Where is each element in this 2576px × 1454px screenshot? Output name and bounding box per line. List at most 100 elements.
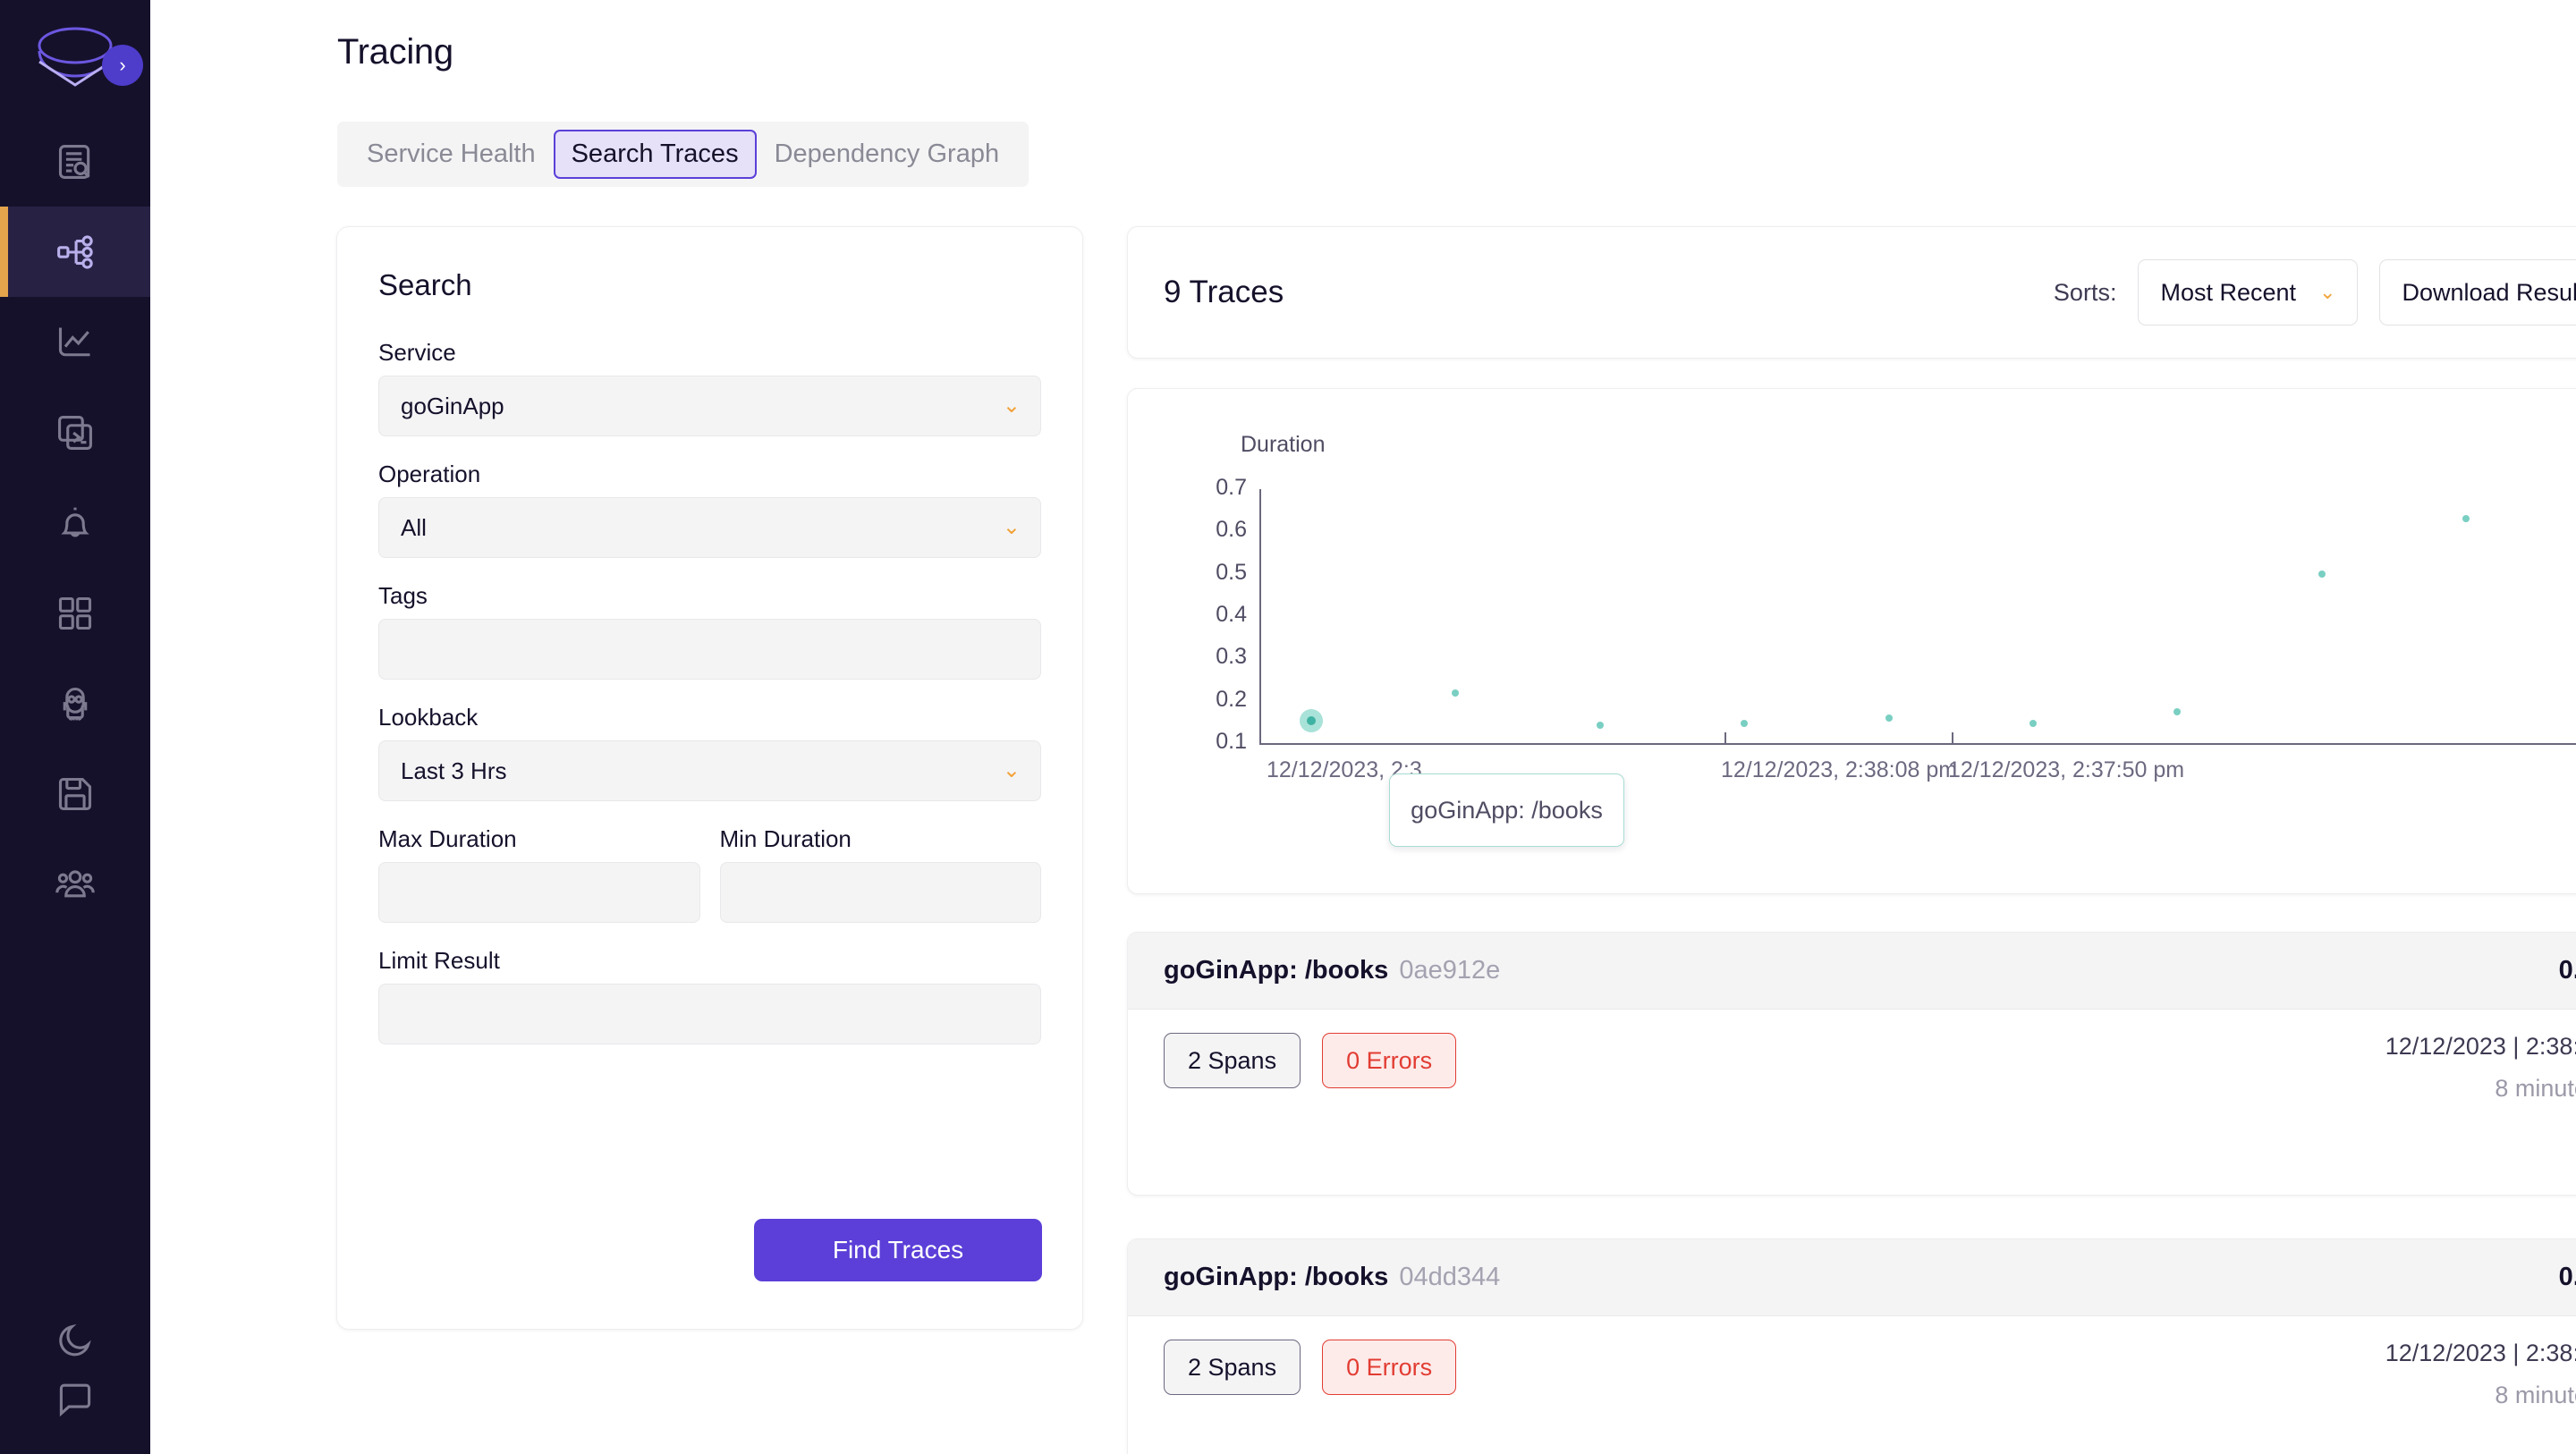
chart-y-tick: 0.1 xyxy=(1216,729,1247,754)
download-result-button[interactable]: Download Result ⌄ xyxy=(2379,259,2576,325)
console-terminal-icon xyxy=(58,415,92,450)
chevron-down-icon: ⌄ xyxy=(1002,758,1021,782)
find-traces-button[interactable]: Find Traces xyxy=(754,1219,1042,1281)
search-panel: Search Service goGinApp ⌄ Operation All … xyxy=(336,226,1083,1330)
bell-icon xyxy=(61,507,89,537)
trace-service-operation: goGinApp: /books xyxy=(1164,1263,1389,1291)
sidebar-item-alerts[interactable] xyxy=(0,478,150,568)
page-title: Tracing xyxy=(337,32,453,72)
chart-tooltip: goGinApp: /books xyxy=(1389,773,1624,847)
sidebar-nav xyxy=(0,116,150,929)
chart-plot-area: Duration Time 0.10.20.30.40.50.60.712/12… xyxy=(1128,389,2576,893)
chart-point[interactable] xyxy=(1741,719,1749,727)
chart-x-tickmark xyxy=(1952,732,1953,743)
tags-label: Tags xyxy=(378,582,428,609)
sidebar-bottom-nav xyxy=(0,1311,150,1429)
save-disk-icon xyxy=(58,777,92,810)
field-tags: Tags xyxy=(378,582,1041,680)
trace-id: 04dd344 xyxy=(1399,1263,1501,1291)
sort-value: Most Recent xyxy=(2160,278,2297,306)
trace-header: goGinApp: /books 0ae912e 0.15ms xyxy=(1128,933,2576,1010)
chart-y-tick: 0.7 xyxy=(1216,475,1247,500)
service-select[interactable]: goGinApp ⌄ xyxy=(378,376,1041,436)
min-duration-label: Min Duration xyxy=(719,825,852,852)
sidebar-item-metrics[interactable] xyxy=(0,297,150,387)
chart-x-tick: 12/12/2023, 2:38:08 pm xyxy=(1721,757,1958,782)
results-header: 9 Traces Sorts: Most Recent ⌄ Download R… xyxy=(1127,226,2576,359)
operation-select[interactable]: All ⌄ xyxy=(378,497,1041,558)
chart-point-core xyxy=(1307,716,1316,726)
chart-point[interactable] xyxy=(1596,722,1604,730)
chart-point[interactable] xyxy=(2174,707,2182,715)
limit-result-input[interactable] xyxy=(378,984,1041,1044)
sidebar: › xyxy=(0,0,150,1454)
sidebar-item-dashboards[interactable] xyxy=(0,568,150,658)
lookback-label: Lookback xyxy=(378,704,479,731)
duration-row: Max Duration Min Duration xyxy=(378,825,1041,947)
results-controls: Sorts: Most Recent ⌄ Download Result ⌄ xyxy=(2054,259,2576,325)
trace-relative-time: 8 minutes ago xyxy=(2495,1075,2576,1102)
errors-badge[interactable]: 0 Errors xyxy=(1322,1033,1457,1088)
chart-point[interactable] xyxy=(2462,515,2470,523)
sorts-label: Sorts: xyxy=(2053,278,2117,306)
tags-input[interactable] xyxy=(378,619,1041,680)
sort-select[interactable]: Most Recent ⌄ xyxy=(2138,259,2359,325)
chevron-down-icon: ⌄ xyxy=(1002,515,1021,539)
service-value: goGinApp xyxy=(401,392,504,419)
chat-bubble-icon xyxy=(59,1383,91,1417)
chevron-down-icon: ⌄ xyxy=(2319,281,2336,303)
sidebar-item-saved-views[interactable] xyxy=(0,748,150,839)
chart-y-tick: 0.3 xyxy=(1216,644,1247,670)
chart-y-tick: 0.5 xyxy=(1216,559,1247,585)
trace-row[interactable]: goGinApp: /books 04dd344 0.22ms 2 Spans … xyxy=(1127,1238,2576,1454)
chart-y-tick: 0.6 xyxy=(1216,517,1247,543)
trace-body: 2 Spans 0 Errors 12/12/2023 | 2:38:08 pm… xyxy=(1128,1316,2576,1409)
tab-service-health[interactable]: Service Health xyxy=(349,130,554,179)
sidebar-item-members[interactable] xyxy=(0,839,150,929)
tab-dependency-graph[interactable]: Dependency Graph xyxy=(757,130,1018,179)
trace-header: goGinApp: /books 04dd344 0.22ms xyxy=(1128,1239,2576,1316)
chart-y-tick: 0.4 xyxy=(1216,602,1247,627)
sidebar-item-dark-mode[interactable] xyxy=(0,1311,150,1370)
chart-x-tickmark xyxy=(1724,732,1726,743)
chart-point[interactable] xyxy=(1885,714,1893,722)
sidebar-item-console[interactable] xyxy=(0,387,150,478)
chevron-right-icon[interactable]: › xyxy=(102,45,143,86)
sidebar-item-exceptions[interactable] xyxy=(0,658,150,748)
field-max-duration: Max Duration xyxy=(378,825,700,923)
main-content: Tracing Service Health Search Traces Dep… xyxy=(150,0,2576,1454)
trace-row[interactable]: goGinApp: /books 0ae912e 0.15ms 2 Spans … xyxy=(1127,932,2576,1196)
field-operation: Operation All ⌄ xyxy=(378,461,1041,558)
min-duration-input[interactable] xyxy=(719,862,1041,923)
robot-exceptions-icon xyxy=(63,687,88,721)
app-logo[interactable]: › xyxy=(0,0,150,116)
limit-result-label: Limit Result xyxy=(378,947,500,974)
chart-point-hovered[interactable] xyxy=(1300,709,1323,733)
errors-badge[interactable]: 0 Errors xyxy=(1322,1340,1457,1395)
trace-duration: 0.15ms xyxy=(2558,956,2576,985)
chart-point[interactable] xyxy=(1452,689,1460,697)
metrics-chart-icon xyxy=(58,327,90,356)
lookback-select[interactable]: Last 3 Hrs ⌄ xyxy=(378,740,1041,801)
trace-meta: 12/12/2023 | 2:38:08 pm 8 minutes ago xyxy=(2385,1340,2576,1409)
chart-x-axis xyxy=(1259,743,2576,745)
search-heading: Search xyxy=(378,268,472,301)
sidebar-item-traces[interactable] xyxy=(0,207,150,297)
trace-id: 0ae912e xyxy=(1399,956,1501,985)
spans-badge[interactable]: 2 Spans xyxy=(1164,1340,1301,1395)
chart-point[interactable] xyxy=(2318,570,2326,578)
max-duration-input[interactable] xyxy=(378,862,700,923)
chart-y-axis-title: Duration xyxy=(1241,432,1326,457)
max-duration-label: Max Duration xyxy=(378,825,517,852)
trace-relative-time: 8 minutes ago xyxy=(2495,1382,2576,1408)
chart-point[interactable] xyxy=(2029,720,2037,728)
sidebar-item-logs[interactable] xyxy=(0,116,150,207)
download-label: Download Result xyxy=(2402,278,2576,306)
traces-count: 9 Traces xyxy=(1164,275,1284,309)
tab-search-traces[interactable]: Search Traces xyxy=(553,130,757,179)
trace-timestamp: 12/12/2023 | 2:38:08 pm xyxy=(2385,1033,2576,1060)
sidebar-item-support[interactable] xyxy=(0,1370,150,1429)
duration-scatter-chart[interactable]: Duration Time 0.10.20.30.40.50.60.712/12… xyxy=(1127,388,2576,894)
spans-badge[interactable]: 2 Spans xyxy=(1164,1033,1301,1088)
operation-value: All xyxy=(401,513,427,541)
